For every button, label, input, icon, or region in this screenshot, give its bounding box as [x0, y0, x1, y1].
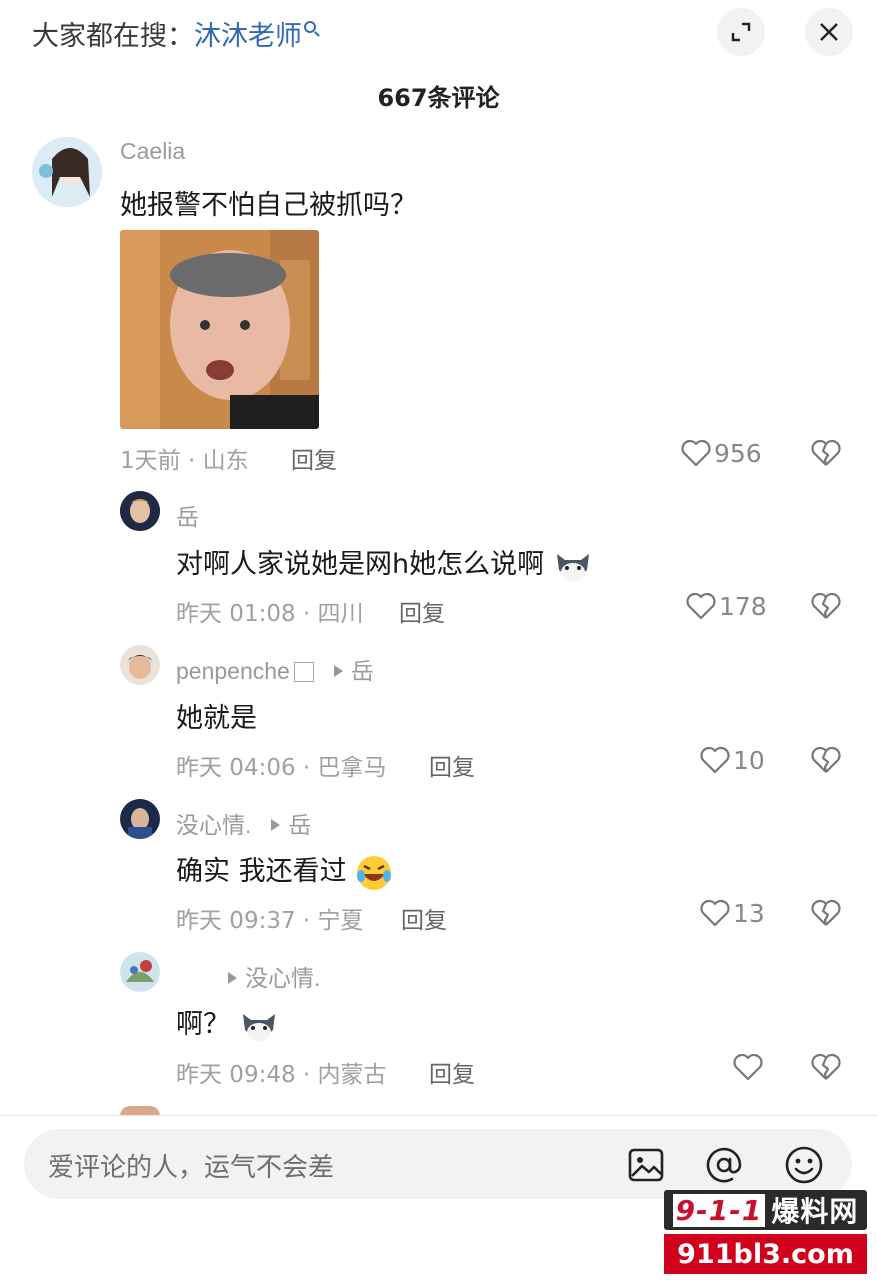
heart-icon	[733, 1053, 763, 1081]
image-button[interactable]	[624, 1143, 668, 1187]
rofl-emoji-icon	[357, 855, 392, 890]
comment-text: 她报警不怕自己被抓吗？	[120, 190, 417, 221]
comment-username[interactable]: 没心情.	[176, 959, 320, 993]
comment-text: 确实 我还看过	[176, 849, 393, 892]
comment-meta: 1天前 · 山东	[120, 448, 249, 474]
reply-button[interactable]: 回复	[399, 594, 445, 628]
like-button[interactable]: 10	[699, 745, 765, 775]
like-button[interactable]: 13	[699, 898, 765, 928]
watermark-logo: 9-1-1 爆料网 911bl3.com	[664, 1190, 867, 1274]
divider	[0, 1115, 877, 1116]
heart-icon	[686, 592, 716, 620]
avatar[interactable]	[120, 491, 160, 531]
broken-heart-icon	[811, 1053, 841, 1080]
reply-arrow-icon	[228, 972, 237, 984]
reply-arrow-icon	[271, 819, 281, 831]
heart-icon	[700, 899, 730, 927]
watermark-top: 9-1-1 爆料网	[664, 1190, 867, 1230]
watermark-url: 911bl3.com	[664, 1234, 867, 1274]
comment-username[interactable]: Caelia	[120, 138, 185, 165]
comment-image[interactable]	[120, 230, 319, 429]
comment-text: 对啊人家说她是网h她怎么说啊	[176, 542, 593, 584]
like-count: 13	[733, 898, 765, 928]
avatar[interactable]	[120, 645, 160, 685]
broken-heart-icon	[811, 439, 841, 466]
comment-username[interactable]: penpenche 岳	[176, 652, 374, 686]
comment-meta: 昨天 09:37 · 宁夏	[176, 908, 364, 934]
like-button[interactable]	[732, 1052, 766, 1082]
comment-input-placeholder[interactable]: 爱评论的人，运气不会差	[48, 1147, 334, 1184]
dislike-button[interactable]	[810, 898, 842, 932]
broken-heart-icon	[811, 592, 841, 619]
emoji-icon	[785, 1146, 823, 1184]
close-button[interactable]	[805, 8, 853, 56]
search-icon	[304, 21, 316, 33]
heart-icon	[700, 746, 730, 774]
like-count: 178	[719, 591, 767, 621]
broken-heart-icon	[811, 746, 841, 773]
comment-meta: 昨天 09:48 · 内蒙古	[176, 1062, 387, 1088]
hot-search-keyword[interactable]: 沐沐老师	[194, 21, 302, 52]
avatar[interactable]	[32, 137, 102, 207]
dislike-button[interactable]	[810, 1052, 842, 1086]
comment-username[interactable]: 岳	[176, 498, 199, 532]
reply-button[interactable]: 回复	[429, 748, 475, 782]
like-count: 10	[733, 745, 765, 775]
like-button[interactable]: 178	[685, 591, 767, 621]
reply-button[interactable]: 回复	[401, 901, 447, 935]
at-icon	[706, 1147, 742, 1183]
unknown-glyph-icon	[293, 662, 314, 682]
like-count: 956	[714, 438, 762, 468]
reply-button[interactable]: 回复	[429, 1055, 475, 1089]
dislike-button[interactable]	[810, 745, 842, 779]
heart-icon	[681, 439, 711, 467]
avatar[interactable]	[120, 799, 160, 839]
husky-emoji-icon	[556, 553, 589, 581]
expand-icon	[731, 22, 751, 42]
expand-button[interactable]	[717, 8, 765, 56]
hot-search-prefix: 大家都在搜：	[32, 21, 194, 52]
comment-text: 啊？	[176, 1002, 279, 1044]
mention-button[interactable]	[702, 1143, 746, 1187]
comment-count: 667条评论	[377, 84, 500, 112]
comment-username[interactable]: 没心情. 岳	[176, 806, 311, 840]
emoji-button[interactable]	[782, 1143, 826, 1187]
close-icon	[820, 23, 838, 41]
husky-emoji-icon	[242, 1013, 275, 1041]
reply-arrow-icon	[333, 665, 343, 677]
comment-input-bar[interactable]: 爱评论的人，运气不会差	[24, 1129, 852, 1199]
image-icon	[628, 1148, 664, 1182]
comment-meta: 昨天 04:06 · 巴拿马	[176, 755, 387, 781]
hot-search-banner[interactable]: 大家都在搜：沐沐老师	[32, 14, 316, 53]
reply-button[interactable]: 回复	[291, 441, 337, 475]
avatar[interactable]	[120, 952, 160, 992]
dislike-button[interactable]	[810, 591, 842, 625]
dislike-button[interactable]	[810, 438, 842, 472]
broken-heart-icon	[811, 899, 841, 926]
comment-meta: 昨天 01:08 · 四川	[176, 601, 364, 627]
like-button[interactable]: 956	[680, 438, 762, 468]
comment-text: 她就是	[176, 703, 257, 734]
